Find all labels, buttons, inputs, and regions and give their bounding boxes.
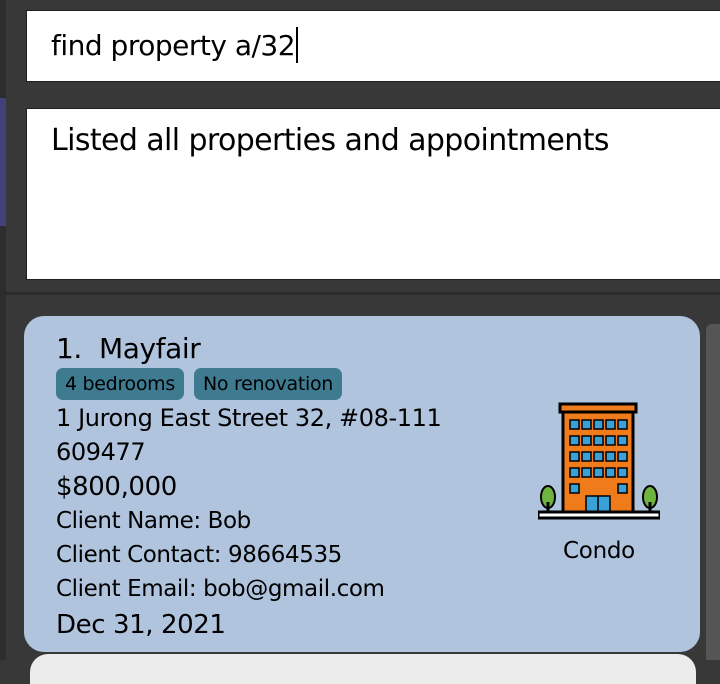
tag-renovation: No renovation (194, 368, 343, 400)
command-text: find property a/32 (51, 29, 296, 62)
left-edge-strip (0, 0, 6, 660)
client-contact: Client Contact: 98664535 (56, 542, 342, 568)
property-tags: 4 bedrooms No renovation (56, 368, 343, 400)
client-email: Client Email: bob@gmail.com (56, 576, 385, 602)
property-postal-code: 609477 (56, 438, 146, 466)
condo-building-icon (538, 402, 660, 520)
text-caret (296, 27, 299, 63)
property-type: Condo (563, 538, 635, 564)
panel-divider (0, 292, 720, 295)
property-card[interactable]: 1. Mayfair 4 bedrooms No renovation 1 Ju… (24, 316, 700, 652)
property-address: 1 Jurong East Street 32, #08-111 (56, 404, 442, 432)
property-price: $800,000 (56, 472, 177, 502)
result-display: Listed all properties and appointments (26, 108, 720, 280)
client-name: Client Name: Bob (56, 508, 251, 534)
property-index: 1. (56, 332, 82, 365)
command-input[interactable]: find property a/32 (26, 10, 720, 82)
property-name: Mayfair (98, 332, 201, 365)
property-card-title: 1. Mayfair (56, 332, 201, 365)
appointment-date: Dec 31, 2021 (56, 610, 226, 640)
tag-bedrooms: 4 bedrooms (56, 368, 184, 400)
next-property-card[interactable] (30, 654, 696, 684)
left-edge-accent (0, 98, 6, 226)
list-scrollbar[interactable] (706, 324, 720, 660)
result-message: Listed all properties and appointments (51, 123, 610, 158)
